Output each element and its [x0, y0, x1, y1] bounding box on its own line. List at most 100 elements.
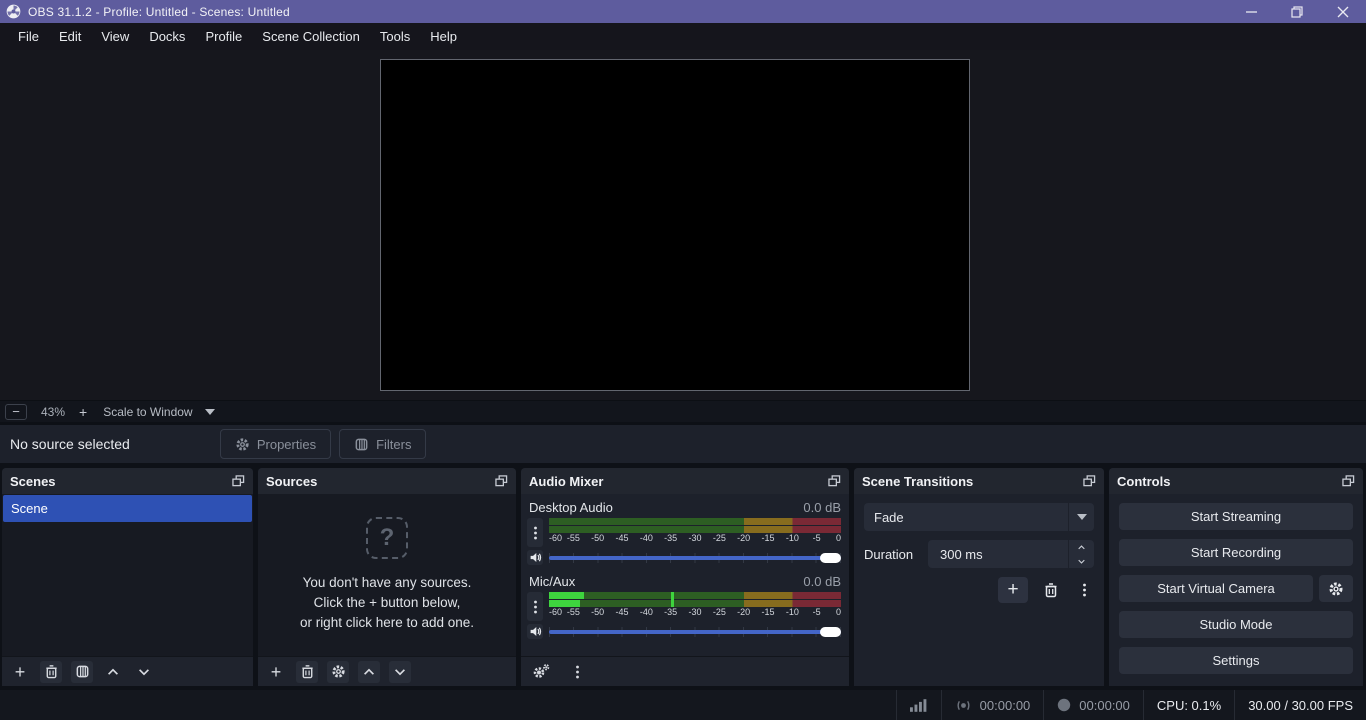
scale-mode-select[interactable]: Scale to Window — [103, 405, 192, 419]
scene-move-up-button[interactable] — [102, 661, 124, 683]
gear-icon — [331, 664, 346, 679]
menu-help[interactable]: Help — [420, 23, 467, 50]
scene-move-down-button[interactable] — [133, 661, 155, 683]
add-source-button[interactable]: + — [265, 661, 287, 683]
chevron-down-icon — [1076, 557, 1087, 566]
trash-icon — [300, 664, 315, 679]
menu-docks[interactable]: Docks — [139, 23, 195, 50]
settings-button[interactable]: Settings — [1119, 647, 1353, 674]
volume-meter — [549, 518, 841, 533]
window-buttons — [1228, 0, 1366, 23]
empty-text-line: You don't have any sources. — [303, 573, 472, 593]
chevron-up-icon — [1076, 543, 1087, 552]
mixer-menu-button[interactable] — [566, 661, 588, 683]
start-recording-button[interactable]: Start Recording — [1119, 539, 1353, 566]
mute-button[interactable] — [527, 624, 543, 639]
start-streaming-button[interactable]: Start Streaming — [1119, 503, 1353, 530]
duration-decrement-button[interactable] — [1069, 554, 1094, 568]
mute-button[interactable] — [527, 550, 543, 565]
remove-scene-button[interactable] — [40, 661, 62, 683]
popout-icon[interactable] — [1342, 475, 1355, 487]
popout-icon[interactable] — [232, 475, 245, 487]
popout-icon[interactable] — [828, 475, 841, 487]
scenes-toolbar: + — [2, 656, 253, 686]
popout-icon[interactable] — [495, 475, 508, 487]
popout-icon[interactable] — [1083, 475, 1096, 487]
empty-text-line: or right click here to add one. — [300, 613, 474, 633]
channel-menu-button[interactable] — [527, 592, 543, 621]
remove-source-button[interactable] — [296, 661, 318, 683]
chevron-down-icon[interactable] — [205, 409, 215, 415]
remove-transition-button[interactable] — [1036, 577, 1066, 603]
menu-scene-collection[interactable]: Scene Collection — [252, 23, 370, 50]
preview-zoom-toolbar: − 43% + Scale to Window — [0, 400, 1366, 422]
source-move-down-button[interactable] — [389, 661, 411, 683]
slider-handle[interactable] — [820, 553, 841, 563]
scenes-dock: Scenes Scene + — [2, 468, 253, 686]
transition-value: Fade — [864, 510, 1068, 525]
controls-dock-header: Controls — [1109, 468, 1363, 494]
filter-icon — [354, 437, 369, 452]
zoom-in-button[interactable]: + — [79, 404, 87, 420]
add-transition-button[interactable]: + — [998, 577, 1028, 603]
volume-slider[interactable] — [549, 552, 841, 564]
zoom-out-button[interactable]: − — [5, 404, 27, 420]
obs-window: OBS 31.1.2 - Profile: Untitled - Scenes:… — [0, 0, 1366, 720]
obs-logo-icon — [6, 4, 21, 19]
window-title: OBS 31.1.2 - Profile: Untitled - Scenes:… — [28, 5, 290, 19]
chevron-up-icon — [106, 665, 120, 679]
duration-value: 300 ms — [928, 540, 1068, 568]
volume-slider[interactable] — [549, 626, 841, 638]
transition-menu-button[interactable] — [1074, 577, 1094, 603]
zoom-level: 43% — [41, 405, 65, 419]
channel-menu-button[interactable] — [527, 518, 543, 547]
trash-icon — [44, 664, 59, 679]
duration-increment-button[interactable] — [1069, 540, 1094, 554]
signal-bars-icon — [910, 699, 928, 712]
virtual-camera-settings-button[interactable] — [1319, 575, 1353, 602]
cpu-usage: CPU: 0.1% — [1157, 698, 1221, 713]
menu-tools[interactable]: Tools — [370, 23, 420, 50]
duration-spinbox[interactable]: 300 ms — [928, 540, 1094, 568]
filter-icon — [75, 664, 90, 679]
plus-icon: + — [1007, 579, 1018, 601]
trash-icon — [1043, 582, 1059, 598]
source-context-toolbar: No source selected Properties Filters — [0, 425, 1366, 463]
scene-list: Scene — [2, 494, 253, 656]
start-virtual-camera-button[interactable]: Start Virtual Camera — [1119, 575, 1313, 602]
sources-empty-state[interactable]: ? You don't have any sources. Click the … — [258, 494, 516, 656]
source-properties-button[interactable] — [327, 661, 349, 683]
scene-filters-button[interactable] — [71, 661, 93, 683]
minimize-button[interactable] — [1228, 0, 1274, 23]
preview-canvas[interactable] — [380, 59, 970, 391]
properties-button[interactable]: Properties — [220, 429, 331, 459]
menu-edit[interactable]: Edit — [49, 23, 91, 50]
source-move-up-button[interactable] — [358, 661, 380, 683]
restore-button[interactable] — [1274, 0, 1320, 23]
stream-timer: 00:00:00 — [980, 698, 1031, 713]
menu-file[interactable]: File — [8, 23, 49, 50]
broadcast-icon — [955, 699, 972, 712]
channel-name: Desktop Audio — [529, 500, 613, 515]
transition-select[interactable]: Fade — [864, 503, 1094, 531]
connection-status — [897, 690, 941, 720]
menu-view[interactable]: View — [91, 23, 139, 50]
gear-icon — [235, 437, 250, 452]
transitions-dock-title: Scene Transitions — [862, 474, 973, 489]
menu-profile[interactable]: Profile — [195, 23, 252, 50]
slider-handle[interactable] — [820, 627, 841, 637]
filters-button[interactable]: Filters — [339, 429, 426, 459]
close-button[interactable] — [1320, 0, 1366, 23]
menu-bar: File Edit View Docks Profile Scene Colle… — [0, 23, 1366, 50]
audio-mixer-dock-title: Audio Mixer — [529, 474, 603, 489]
record-icon — [1057, 698, 1071, 712]
add-scene-button[interactable]: + — [9, 661, 31, 683]
studio-mode-button[interactable]: Studio Mode — [1119, 611, 1353, 638]
mixer-channel-desktop-audio: Desktop Audio 0.0 dB -60-55-50-45-40-35-… — [521, 498, 849, 565]
speaker-icon — [529, 551, 542, 564]
question-mark-icon: ? — [366, 517, 408, 559]
chevron-down-icon — [1077, 514, 1087, 520]
advanced-audio-button[interactable] — [530, 661, 552, 683]
scene-list-item-selected[interactable]: Scene — [3, 495, 252, 522]
channel-name: Mic/Aux — [529, 574, 575, 589]
